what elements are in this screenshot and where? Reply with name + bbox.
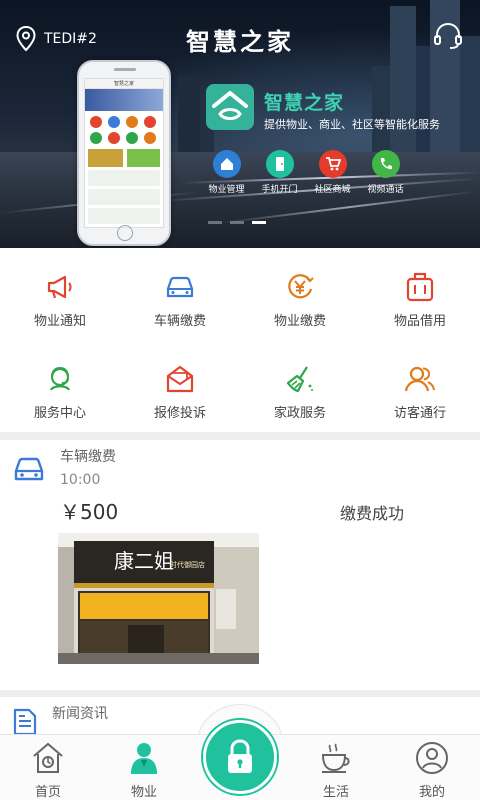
payment-status: 缴费成功	[340, 504, 405, 523]
app-title: 智慧之家	[186, 27, 294, 56]
service-property-notice[interactable]: 物业通知	[0, 248, 120, 340]
carousel-dot-active[interactable]	[252, 221, 266, 224]
promo-banner[interactable]: TEDI#2 智慧之家 智慧之家 智慧之家 提供物业、商业、社区等智能化服务 物…	[0, 0, 480, 248]
door-unlock-button[interactable]	[203, 720, 277, 794]
section-divider	[0, 432, 480, 440]
phone-icon	[371, 150, 400, 178]
profile-icon	[397, 741, 467, 775]
feature-community-mall: 社区商城	[306, 150, 359, 195]
phone-mockup-image: 智慧之家	[77, 60, 171, 246]
luggage-icon	[360, 270, 480, 304]
brand-logo-icon	[206, 84, 254, 130]
car-icon	[120, 270, 240, 304]
carousel-dot[interactable]	[230, 221, 244, 224]
store-sign-text: 康二姐	[114, 549, 174, 573]
store-photo[interactable]: 康二姐 时代御园店	[58, 533, 259, 664]
news-title: 新闻资讯	[52, 706, 108, 722]
banner-features: 物业管理 手机开门 社区商城 视频通话	[200, 150, 412, 195]
phone-screen-title: 智慧之家	[85, 79, 163, 89]
service-visitor-access[interactable]: 访客通行	[360, 340, 480, 432]
home-icon	[13, 741, 83, 775]
lock-icon	[228, 739, 252, 773]
message-title: 车辆缴费	[60, 449, 116, 465]
service-repair-complaint[interactable]: 报修投诉	[120, 340, 240, 432]
service-headset-icon	[0, 362, 120, 396]
brand-name: 智慧之家	[264, 92, 345, 114]
customer-service-button[interactable]	[432, 20, 464, 56]
message-time: 10:00	[60, 472, 101, 488]
door-icon	[265, 150, 294, 178]
headset-icon	[434, 22, 462, 49]
payment-amount: ￥500	[60, 500, 119, 524]
service-property-payment[interactable]: 物业缴费	[240, 248, 360, 340]
person-icon	[109, 741, 179, 775]
service-center[interactable]: 服务中心	[0, 340, 120, 432]
service-grid: 物业通知 车辆缴费 物业缴费 物品借用 服务中心 报修投诉 家政服务 访客通行	[0, 248, 480, 432]
tab-mine[interactable]: 我的	[397, 741, 467, 800]
tab-property[interactable]: 物业	[109, 741, 179, 800]
car-icon	[12, 454, 46, 488]
visitors-icon	[360, 362, 480, 396]
brand-slogan: 提供物业、商业、社区等智能化服务	[264, 118, 440, 131]
feature-phone-unlock: 手机开门	[253, 150, 306, 195]
house-icon	[212, 150, 241, 178]
coffee-cup-icon	[301, 741, 371, 775]
service-vehicle-payment[interactable]: 车辆缴费	[120, 248, 240, 340]
carousel-indicator	[208, 221, 274, 224]
service-housekeeping[interactable]: 家政服务	[240, 340, 360, 432]
feature-property-management: 物业管理	[200, 150, 253, 195]
broom-icon	[240, 362, 360, 396]
feature-video-call: 视频通话	[359, 150, 412, 195]
yen-coin-icon	[240, 270, 360, 304]
app-screen: TEDI#2 智慧之家 智慧之家 智慧之家 提供物业、商业、社区等智能化服务 物…	[0, 0, 480, 800]
store-branch-text: 时代御园店	[170, 560, 205, 569]
carousel-dot[interactable]	[208, 221, 222, 224]
tab-life[interactable]: 生活	[301, 741, 371, 800]
brand-block: 智慧之家 提供物业、商业、社区等智能化服务	[206, 84, 470, 144]
megaphone-icon	[0, 270, 120, 304]
cart-icon	[318, 150, 347, 178]
payment-message-card[interactable]: 车辆缴费 10:00 ￥500 缴费成功 康二姐 时代御园店	[0, 440, 480, 690]
service-item-borrowing[interactable]: 物品借用	[360, 248, 480, 340]
tab-home[interactable]: 首页	[13, 741, 83, 800]
envelope-icon	[120, 362, 240, 396]
